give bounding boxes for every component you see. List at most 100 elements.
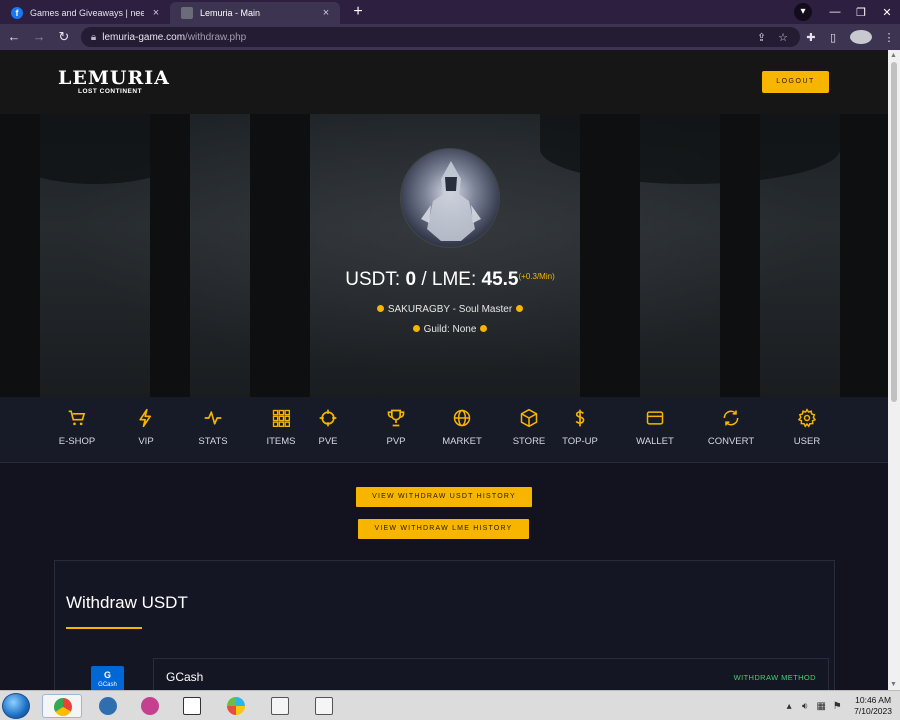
refresh-icon	[723, 410, 739, 426]
lme-rate: (+0.3/Min)	[518, 272, 555, 281]
box-icon	[520, 408, 538, 428]
tab-lemuria-main[interactable]: Lemuria - Main ×	[170, 2, 340, 24]
network-icon[interactable]: ▦	[814, 701, 828, 712]
balance-separator: /	[421, 269, 427, 290]
nav-item-wallet[interactable]: WALLET	[625, 407, 685, 447]
main-icon-nav: E-SHOP VIP STATS ITEMS PVE PVP MARKET ST…	[0, 397, 888, 463]
tab-games-and-giveaways[interactable]: f Games and Giveaways | need p ×	[0, 2, 170, 24]
bullet-dot-icon	[412, 325, 420, 332]
tab-close-icon[interactable]: ×	[320, 7, 332, 19]
nav-item-market[interactable]: MARKET	[432, 407, 492, 447]
nav-item-top-up[interactable]: TOP-UP	[550, 407, 610, 447]
bookmark-star-icon[interactable]: ☆	[778, 31, 788, 44]
nav-item-label: CONVERT	[707, 436, 755, 447]
url-host: lemuria-game.com	[102, 31, 186, 43]
back-arrow-icon[interactable]: ←	[3, 26, 25, 48]
taskbar-calligraphy-app[interactable]	[172, 694, 212, 718]
guild-name: Guild: None	[423, 324, 477, 335]
taskbar-game-app[interactable]	[88, 694, 128, 718]
nav-item-vip[interactable]: VIP	[116, 407, 176, 447]
nav-item-e-shop[interactable]: E-SHOP	[47, 407, 107, 447]
background-pillar	[840, 114, 888, 397]
profile-avatar-icon[interactable]	[849, 30, 872, 44]
background-pillar	[720, 114, 760, 397]
new-tab-button[interactable]: +	[348, 3, 368, 23]
grid-icon	[272, 409, 290, 427]
cart-icon	[68, 410, 86, 426]
taskbar-colorful-app[interactable]	[216, 694, 256, 718]
taskbar-window-app-2[interactable]	[304, 694, 344, 718]
background-pillar	[250, 114, 310, 397]
extensions-puzzle-icon[interactable]: ✚	[800, 31, 822, 44]
window-app-icon	[271, 697, 289, 715]
taskbar-anime-app[interactable]	[130, 694, 170, 718]
minimize-icon[interactable]: —	[822, 6, 848, 18]
volume-icon[interactable]: 🔉︎	[798, 701, 812, 712]
nav-item-pve[interactable]: PVE	[298, 407, 358, 447]
clock-time: 10:46 AM	[855, 695, 892, 705]
start-button[interactable]	[2, 693, 30, 719]
nav-item-pvp[interactable]: PVP	[366, 407, 426, 447]
nav-item-convert[interactable]: CONVERT	[701, 407, 761, 447]
method-name: GCash	[166, 670, 204, 684]
lemuria-logo[interactable]: LEMURIA LOST CONTINENT	[58, 68, 170, 96]
nav-item-label: TOP-UP	[562, 436, 598, 447]
page-scrollbar[interactable]: ▲ ▼	[888, 50, 900, 690]
hero-banner: USDT: 0 / LME: 45.5(+0.3/Min) SAKURAGBY …	[0, 114, 888, 397]
scroll-down-arrow-icon[interactable]: ▼	[890, 681, 897, 688]
nav-item-label: PVP	[386, 436, 406, 447]
forward-arrow-icon[interactable]: →	[28, 26, 50, 48]
reload-icon[interactable]: ↻	[53, 26, 75, 48]
nav-item-user[interactable]: USER	[777, 407, 837, 447]
gcash-logo-icon: G GCash	[91, 666, 124, 690]
logo-title: LEMURIA	[58, 67, 170, 89]
tab-close-icon[interactable]: ×	[150, 7, 162, 19]
gcash-logo-mark: G	[103, 670, 111, 680]
page-viewport: LEMURIA LOST CONTINENT LOGOUT USDT: 0 / …	[0, 50, 888, 690]
nav-item-stats[interactable]: STATS	[183, 407, 243, 447]
withdraw-method-tag: WITHDRAW METHOD	[733, 673, 816, 682]
scrollbar-thumb[interactable]	[891, 62, 897, 402]
globe-icon	[453, 409, 471, 427]
lme-label: LME:	[431, 269, 477, 290]
lock-icon: 🔒︎	[90, 31, 97, 43]
bullet-dot-icon	[480, 325, 488, 332]
character-line: SAKURAGBY - Soul Master	[0, 304, 888, 315]
lemuria-favicon-icon	[181, 7, 193, 19]
site-header: LEMURIA LOST CONTINENT LOGOUT	[0, 50, 888, 114]
logout-button[interactable]: LOGOUT	[762, 71, 829, 93]
browser-address-bar: ← → ↻ 🔒︎ lemuria-game.com /withdraw.php …	[0, 24, 900, 50]
taskbar-clock[interactable]: 10:46 AM 7/10/2023	[854, 695, 892, 717]
action-center-flag-icon[interactable]: ⚑	[830, 701, 844, 712]
gear-icon	[797, 408, 817, 428]
background-pillar	[150, 114, 190, 397]
background-pillar	[0, 114, 40, 397]
taskbar-window-app-1[interactable]	[260, 694, 300, 718]
browser-tab-bar: f Games and Giveaways | need p × Lemuria…	[0, 0, 900, 24]
nav-item-label: MARKET	[442, 436, 482, 447]
scroll-up-arrow-icon[interactable]: ▲	[890, 52, 897, 59]
share-icon[interactable]: ⇪	[757, 31, 766, 44]
view-withdraw-lme-history-button[interactable]: VIEW WITHDRAW LME HISTORY	[358, 519, 529, 539]
kebab-menu-icon[interactable]: ⋮	[878, 31, 900, 44]
system-tray: ▴ 🔉︎ ▦ ⚑ 10:46 AM 7/10/2023	[782, 693, 892, 719]
url-omnibox[interactable]: 🔒︎ lemuria-game.com /withdraw.php ⇪ ☆	[80, 27, 800, 47]
taskbar-chrome-app[interactable]	[42, 694, 82, 718]
restore-icon[interactable]: ❐	[848, 6, 874, 19]
close-window-icon[interactable]: ✕	[874, 6, 900, 19]
chrome-icon	[54, 698, 72, 716]
withdraw-method-card-gcash[interactable]: GCash WITHDRAW METHOD	[153, 658, 829, 690]
pulse-icon	[204, 411, 222, 425]
gcash-logo-text: GCash	[98, 682, 117, 688]
trophy-icon	[387, 409, 405, 427]
guild-line: Guild: None	[0, 324, 888, 335]
game-launcher-icon	[99, 697, 117, 715]
view-withdraw-usdt-history-button[interactable]: VIEW WITHDRAW USDT HISTORY	[356, 487, 532, 507]
tab-search-chevron-icon[interactable]: ▾	[794, 3, 812, 21]
balance-display: USDT: 0 / LME: 45.5(+0.3/Min)	[0, 269, 888, 291]
side-panel-icon[interactable]: ▯	[822, 31, 844, 44]
tray-expand-icon[interactable]: ▴	[782, 701, 796, 712]
nav-item-label: VIP	[138, 436, 154, 447]
title-underline	[66, 627, 142, 629]
logo-subtitle: LOST CONTINENT	[78, 88, 143, 95]
